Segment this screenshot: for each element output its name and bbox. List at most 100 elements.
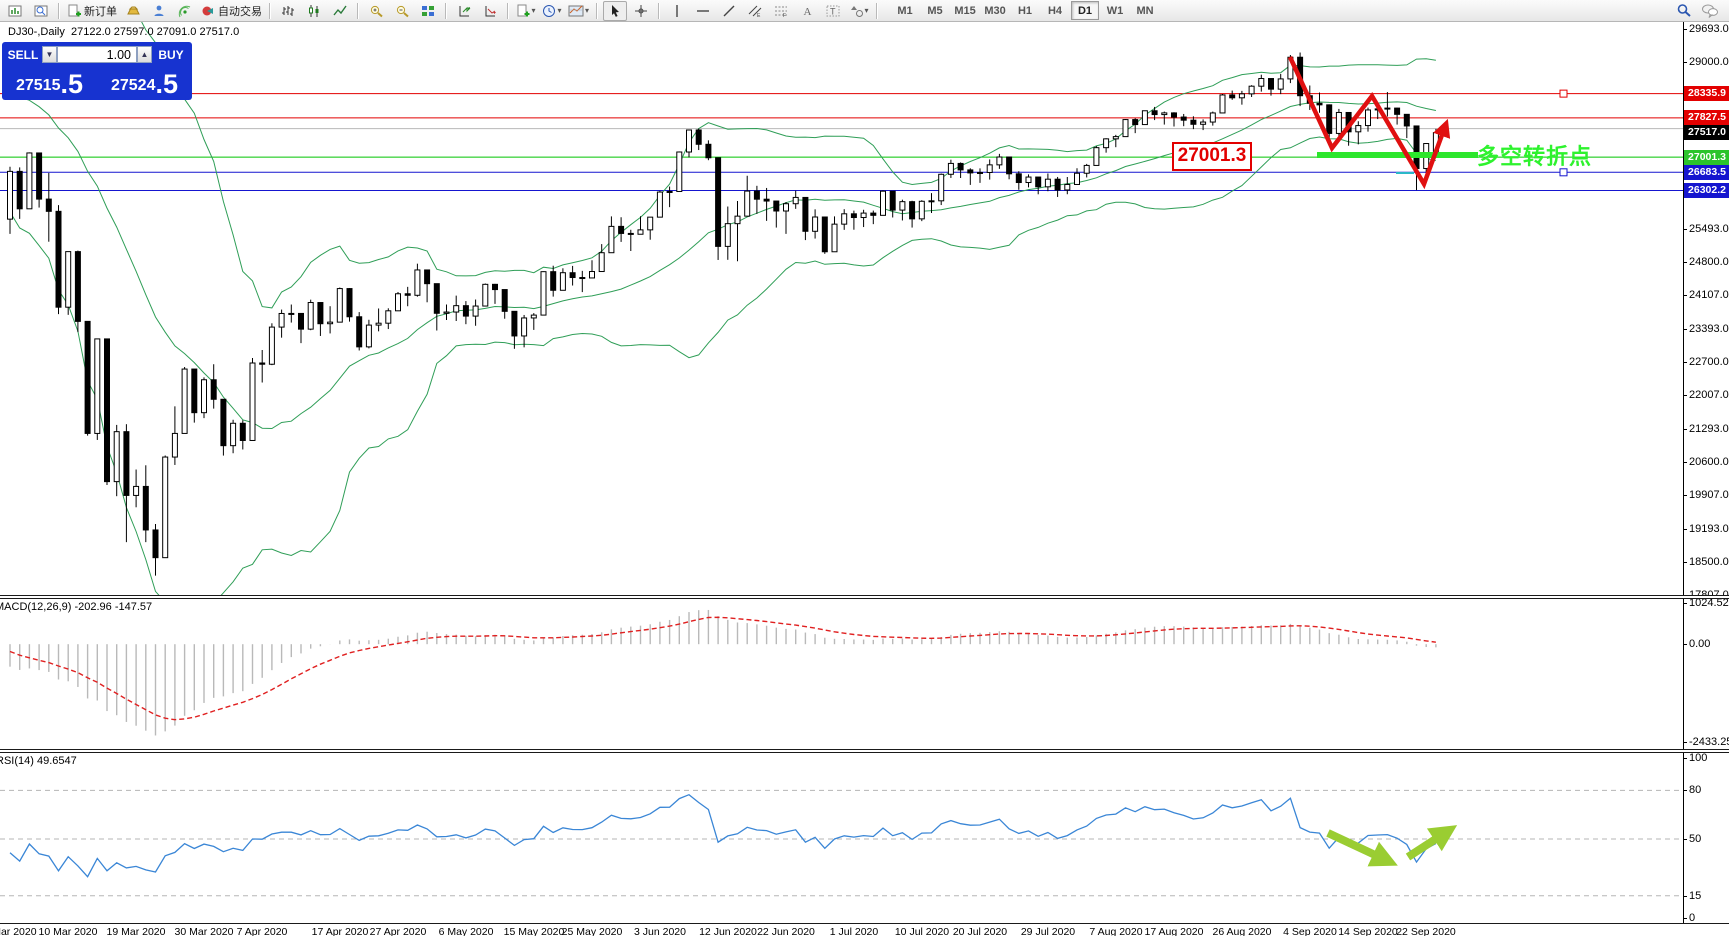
candle-body	[1201, 122, 1206, 124]
tab-timeframe-M1[interactable]: M1	[891, 1, 919, 20]
pane-separator[interactable]	[0, 749, 1729, 753]
tab-timeframe-H1[interactable]: H1	[1011, 1, 1039, 20]
vertical-line-icon[interactable]	[665, 1, 689, 21]
zoom-window-icon[interactable]	[29, 1, 53, 21]
chart-area[interactable]: DJ30-,Daily 27122.0 27597.0 27091.0 2751…	[0, 22, 1729, 936]
text-icon[interactable]: A	[795, 1, 819, 21]
toolbar-separator	[445, 3, 447, 19]
bar-chart-icon[interactable]	[276, 1, 300, 21]
new-order-label: 新订单	[84, 3, 117, 19]
chart-window-icon[interactable]	[3, 1, 27, 21]
signal-icon[interactable]	[173, 1, 197, 21]
main-chart-canvas[interactable]	[0, 22, 1683, 597]
tab-timeframe-M15[interactable]: M15	[951, 1, 979, 20]
turning-point-label[interactable]: 多空转折点	[1477, 139, 1592, 171]
template-icon[interactable]: ▾	[566, 1, 591, 21]
price-tag: 27827.5	[1684, 110, 1729, 125]
svg-text:T: T	[830, 6, 836, 16]
date-axis-label: 20 Jul 2020	[945, 926, 1015, 936]
macd-pane-canvas[interactable]	[0, 599, 1683, 749]
sell-price-button[interactable]: 27515.5	[4, 66, 95, 98]
auto-trading-button[interactable]: 自动交易	[199, 1, 264, 21]
candle-body	[337, 289, 342, 323]
zoom-out-icon[interactable]	[390, 1, 414, 21]
candle-body	[1026, 177, 1031, 182]
gold-icon[interactable]	[121, 1, 145, 21]
arrange-up-icon[interactable]	[452, 1, 476, 21]
candle-body	[939, 174, 944, 201]
pane-separator[interactable]	[0, 595, 1729, 599]
sell-button[interactable]: SELL	[4, 48, 42, 62]
candle-body	[124, 432, 129, 496]
price-tick-mark	[1683, 462, 1687, 463]
tab-timeframe-MN[interactable]: MN	[1131, 1, 1159, 20]
volume-input[interactable]: 1.00	[57, 46, 137, 63]
zoom-in-icon[interactable]	[364, 1, 388, 21]
new-order-button[interactable]: 新订单	[65, 1, 119, 21]
rsi-pane-canvas[interactable]	[0, 753, 1683, 923]
tile-windows-icon[interactable]	[416, 1, 440, 21]
date-axis-label: 22 Sep 2020	[1391, 926, 1461, 936]
line-chart-icon[interactable]	[328, 1, 352, 21]
tab-timeframe-M30[interactable]: M30	[981, 1, 1009, 20]
label-icon[interactable]: T	[821, 1, 845, 21]
candle-body	[1045, 179, 1050, 187]
candle-body	[793, 197, 798, 203]
buy-button[interactable]: BUY	[152, 48, 190, 62]
tab-timeframe-D1[interactable]: D1	[1071, 1, 1099, 20]
candle-body	[105, 339, 110, 482]
trendline-icon[interactable]	[717, 1, 741, 21]
candle-body	[512, 311, 517, 336]
candle-body	[202, 380, 207, 413]
tab-timeframe-M5[interactable]: M5	[921, 1, 949, 20]
candle-body	[37, 153, 42, 199]
candlestick-chart-icon[interactable]	[302, 1, 326, 21]
price-callout-box[interactable]: 27001.3	[1172, 142, 1252, 171]
cursor-icon[interactable]	[603, 1, 627, 21]
mt4-window: 新订单 自动交易 ▾ ▾ ▾ E F A T ▾ M1M5M15M30H1H4D…	[0, 0, 1729, 936]
chart-title: DJ30-,Daily 27122.0 27597.0 27091.0 2751…	[8, 26, 239, 38]
candle-body	[1065, 184, 1070, 189]
candle-body	[997, 157, 1002, 165]
candle-body	[357, 317, 362, 347]
search-icon[interactable]	[1672, 1, 1696, 21]
candle-body	[1278, 79, 1283, 89]
candle-body	[376, 323, 381, 325]
price-tick-label: 29000.0	[1689, 56, 1729, 68]
volume-down-stepper[interactable]: ▼	[42, 46, 57, 63]
svg-text:E: E	[757, 13, 761, 18]
bollinger-band-line	[10, 137, 1436, 597]
chat-icon[interactable]	[1698, 1, 1722, 21]
arrange-down-icon[interactable]	[478, 1, 502, 21]
rsi-arrow-annotation[interactable]	[1408, 831, 1448, 857]
price-tick-mark	[1683, 495, 1687, 496]
support-zone-bar[interactable]	[1317, 152, 1478, 158]
price-tag: 28335.9	[1684, 86, 1729, 101]
volume-up-stepper[interactable]: ▲	[137, 46, 152, 63]
accounts-icon[interactable]	[147, 1, 171, 21]
add-indicator-icon[interactable]: ▾	[514, 1, 538, 21]
period-menu-icon[interactable]: ▾	[540, 1, 564, 21]
buy-price-button[interactable]: 27524.5	[99, 66, 190, 98]
candle-body	[250, 363, 255, 440]
tab-timeframe-W1[interactable]: W1	[1101, 1, 1129, 20]
candle-body	[978, 172, 983, 173]
date-axis-label: 3 Jun 2020	[625, 926, 695, 936]
candle-body	[716, 158, 721, 247]
price-tick-label: 20600.0	[1689, 456, 1729, 468]
hline-handle[interactable]	[1560, 90, 1567, 97]
candle-body	[17, 171, 22, 208]
candle-body	[599, 253, 604, 272]
crosshair-icon[interactable]	[629, 1, 653, 21]
date-axis-label: 29 Jul 2020	[1013, 926, 1083, 936]
channel-icon[interactable]: E	[743, 1, 767, 21]
shapes-icon[interactable]: ▾	[847, 1, 871, 21]
candle-body	[725, 224, 730, 247]
toolbar-separator	[658, 3, 660, 19]
horizontal-line-icon[interactable]	[691, 1, 715, 21]
rsi-arrow-annotation[interactable]	[1328, 833, 1388, 861]
fibonacci-icon[interactable]: F	[769, 1, 793, 21]
candle-body	[1036, 177, 1041, 187]
tab-timeframe-H4[interactable]: H4	[1041, 1, 1069, 20]
price-tick-label: 19193.0	[1689, 523, 1729, 535]
